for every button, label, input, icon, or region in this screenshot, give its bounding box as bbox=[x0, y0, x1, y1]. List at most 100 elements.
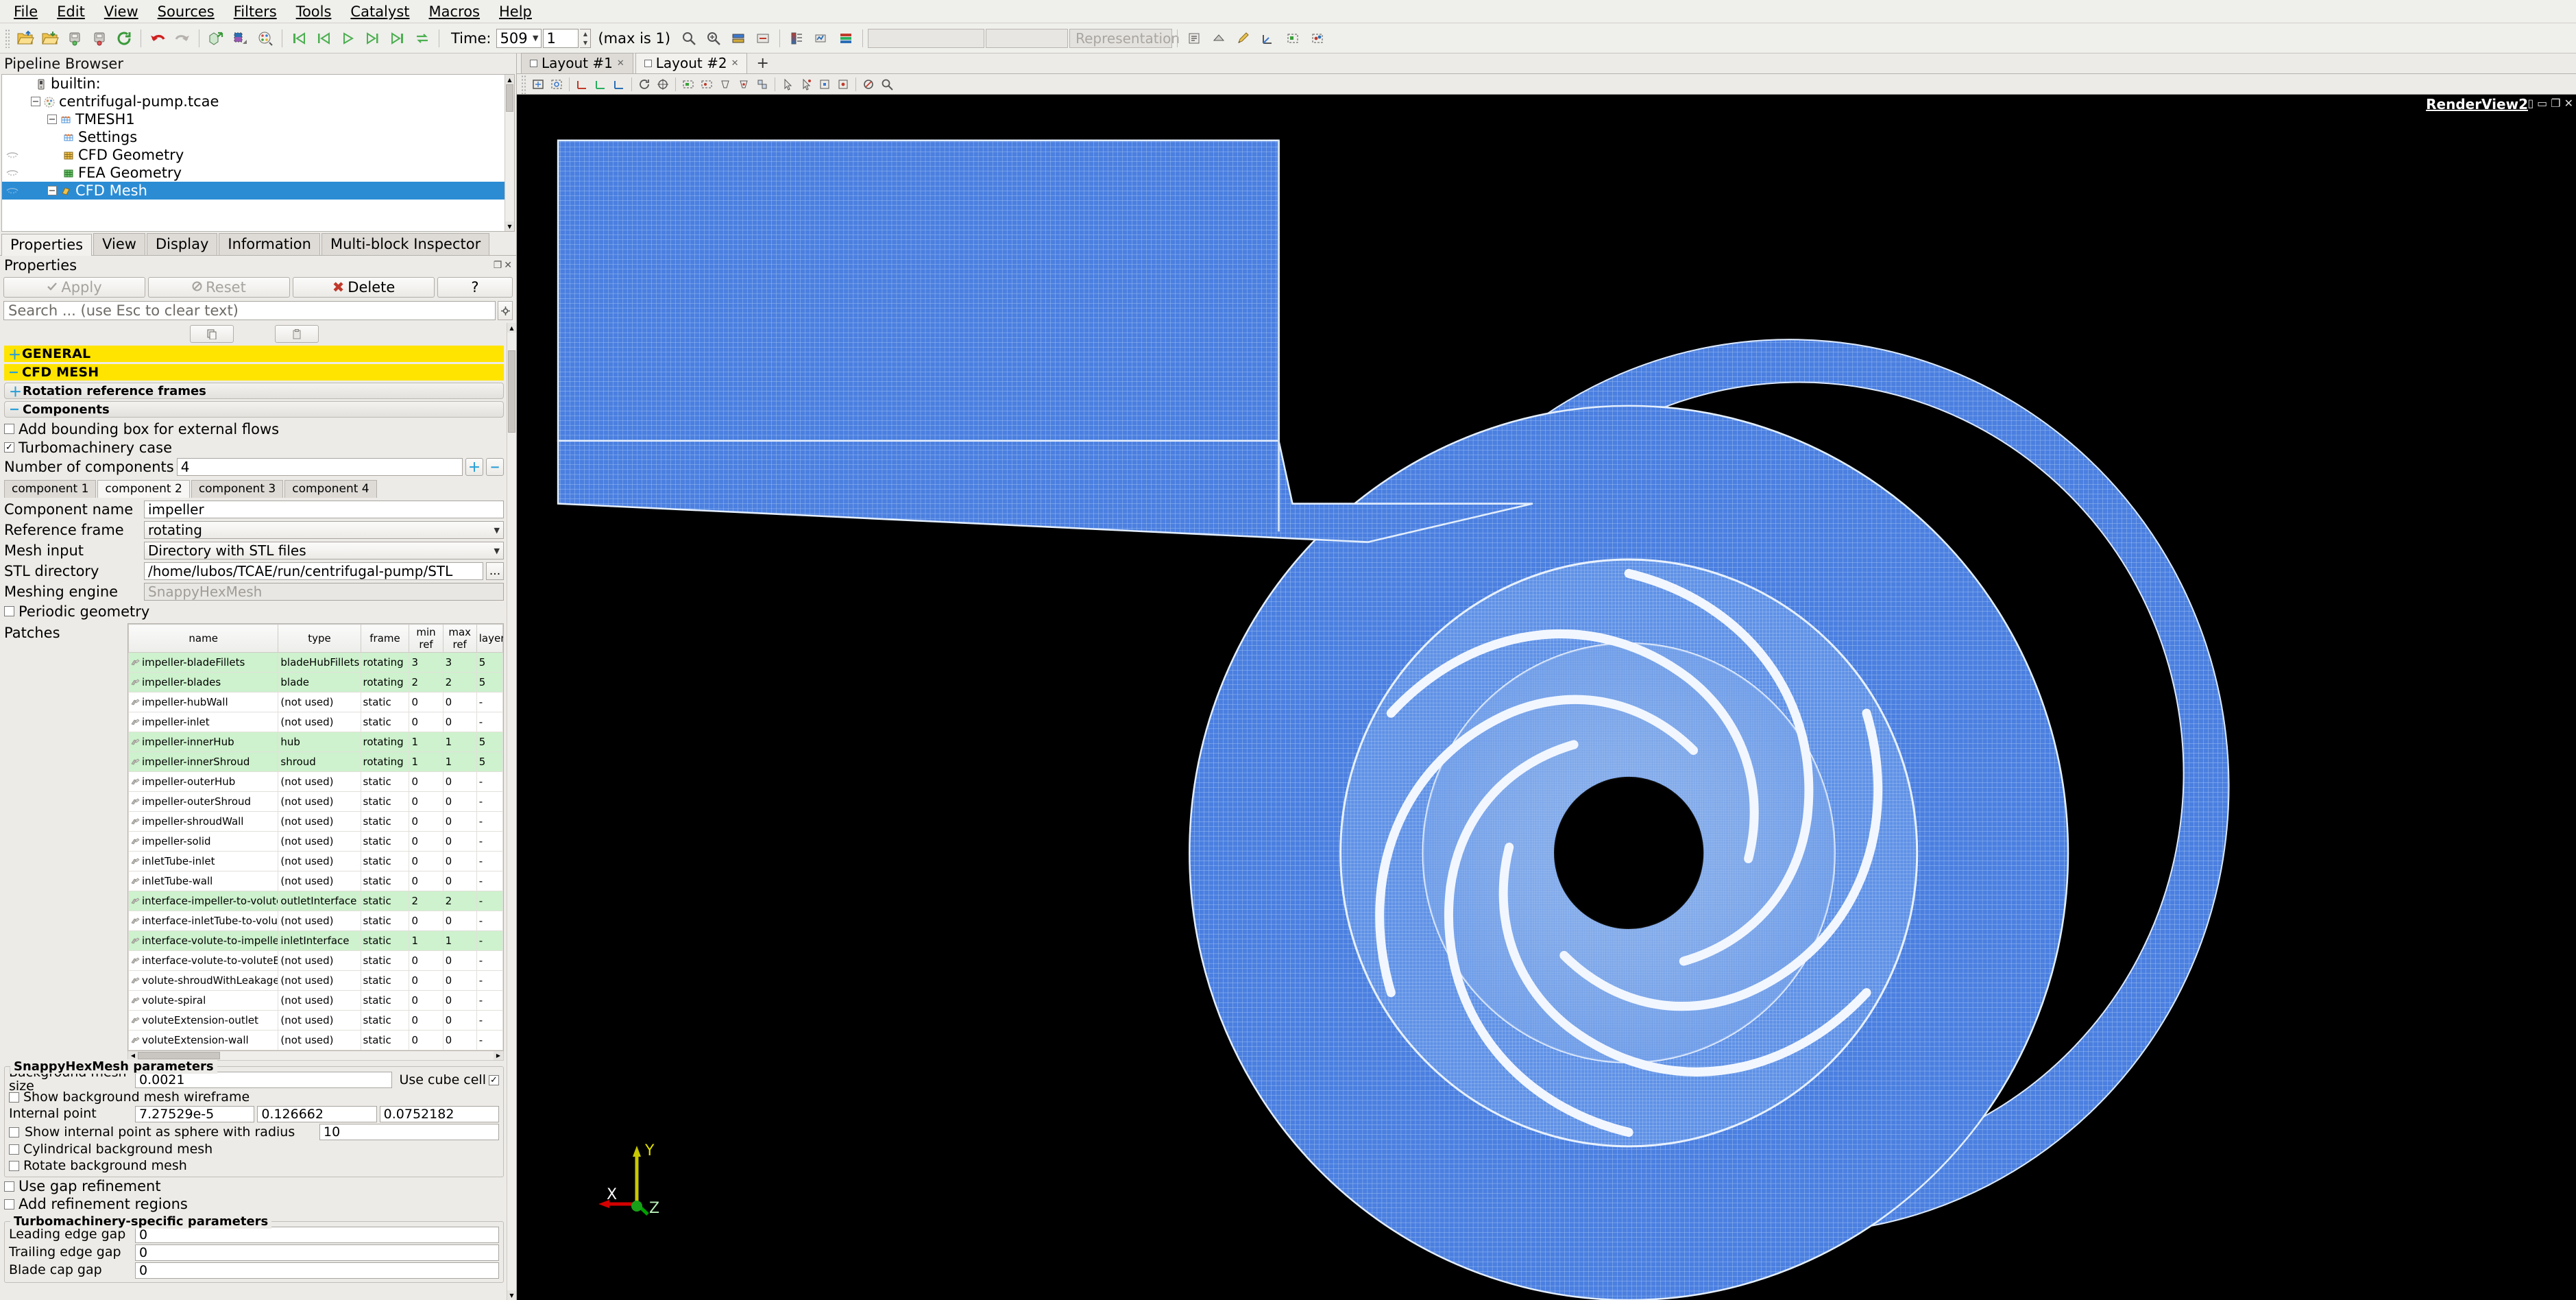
cylindrical-background-mesh-row[interactable]: Cylindrical background mesh bbox=[9, 1141, 499, 1157]
column-header-frame[interactable]: frame bbox=[360, 624, 410, 653]
table-row[interactable]: voluteExtension-outlet (not used) static 0 0… bbox=[128, 1010, 503, 1031]
use-gap-refinement-row[interactable]: Use gap refinement bbox=[4, 1177, 504, 1195]
zoom-closest-icon[interactable] bbox=[702, 27, 725, 50]
pipeline-item-settings[interactable]: Settings bbox=[2, 128, 514, 146]
patch-frame-cell[interactable]: static bbox=[360, 831, 410, 852]
patch-layers-cell[interactable]: 5 bbox=[476, 652, 503, 673]
collapse-icon[interactable]: − bbox=[31, 97, 40, 106]
open-file-icon[interactable] bbox=[14, 27, 37, 50]
color-map-icon[interactable] bbox=[229, 27, 252, 50]
scroll-up-icon[interactable]: ▲ bbox=[507, 323, 516, 333]
patch-layers-cell[interactable]: 5 bbox=[476, 732, 503, 752]
patch-name-cell[interactable]: impeller-hubWall bbox=[128, 692, 279, 712]
reference-frame-select[interactable]: rotating ▼ bbox=[144, 521, 504, 539]
stl-directory-input[interactable]: /home/lubos/TCAE/run/centrifugal-pump/ST… bbox=[144, 562, 483, 580]
show-background-wireframe-checkbox[interactable] bbox=[9, 1092, 19, 1103]
visibility-toggle-icon[interactable] bbox=[5, 182, 20, 200]
patch-max-ref-cell[interactable]: 3 bbox=[442, 652, 477, 673]
patch-layers-cell[interactable]: - bbox=[476, 911, 503, 931]
patch-layers-cell[interactable]: - bbox=[476, 891, 503, 911]
select-frustum-points-icon[interactable] bbox=[735, 75, 753, 93]
patch-max-ref-cell[interactable]: 0 bbox=[442, 791, 477, 812]
column-header-layers[interactable]: layers bbox=[476, 624, 503, 653]
table-row[interactable]: volute-spiral (not used) static 0 0- bbox=[128, 990, 503, 1011]
reset-camera-icon[interactable] bbox=[529, 75, 547, 93]
internal-point-x-input[interactable]: 7.27529e-5 bbox=[135, 1106, 255, 1122]
collapse-icon[interactable]: − bbox=[47, 115, 57, 124]
patch-min-ref-cell[interactable]: 1 bbox=[409, 751, 443, 772]
cylindrical-background-mesh-checkbox[interactable] bbox=[9, 1144, 19, 1155]
pipeline-item-fea-geometry[interactable]: FEA Geometry bbox=[2, 164, 514, 182]
pipeline-item-builtin[interactable]: builtin: bbox=[2, 75, 514, 93]
pipeline-scrollbar[interactable]: ▲ ▼ bbox=[505, 75, 514, 231]
table-row[interactable]: impeller-hubWall (not used) static 0 0- bbox=[128, 692, 503, 712]
undo-icon[interactable] bbox=[146, 27, 169, 50]
patch-min-ref-cell[interactable]: 0 bbox=[409, 990, 443, 1011]
patch-type-cell[interactable]: (not used) bbox=[278, 911, 361, 931]
patch-min-ref-cell[interactable]: 0 bbox=[409, 811, 443, 832]
rescale-range-icon[interactable] bbox=[727, 27, 750, 50]
patch-layers-cell[interactable]: - bbox=[476, 831, 503, 852]
camera-x-icon[interactable] bbox=[573, 75, 591, 93]
tab-display[interactable]: Display bbox=[146, 233, 218, 255]
patch-frame-cell[interactable]: rotating bbox=[360, 652, 410, 673]
center-axes-icon[interactable] bbox=[654, 75, 672, 93]
patch-frame-cell[interactable]: static bbox=[360, 871, 410, 891]
menu-item-filters[interactable]: Filters bbox=[224, 2, 287, 21]
patch-min-ref-cell[interactable]: 0 bbox=[409, 1010, 443, 1031]
patch-name-cell[interactable]: voluteExtension-wall bbox=[128, 1030, 279, 1050]
representation-selector[interactable]: Representation bbox=[1069, 28, 1180, 48]
patch-name-cell[interactable]: voluteExtension-outlet bbox=[128, 1010, 279, 1031]
patch-layers-cell[interactable]: - bbox=[476, 851, 503, 871]
select-surface-cells-icon[interactable] bbox=[679, 75, 697, 93]
browse-stl-directory-button[interactable]: ... bbox=[486, 562, 504, 580]
table-row[interactable]: voluteExtension-wall (not used) static 0 0- bbox=[128, 1030, 503, 1050]
patch-layers-cell[interactable]: - bbox=[476, 712, 503, 732]
patch-name-cell[interactable]: interface-inletTube-to-volute bbox=[128, 911, 279, 931]
patch-type-cell[interactable]: (not used) bbox=[278, 692, 361, 712]
surface-representation-icon[interactable] bbox=[1207, 27, 1230, 50]
patch-frame-cell[interactable]: static bbox=[360, 811, 410, 832]
scrollbar-thumb[interactable] bbox=[508, 350, 515, 433]
use-cube-cell-checkbox[interactable]: ✓ bbox=[489, 1074, 499, 1085]
patch-type-cell[interactable]: (not used) bbox=[278, 990, 361, 1011]
reload-icon[interactable] bbox=[112, 27, 136, 50]
patch-min-ref-cell[interactable]: 0 bbox=[409, 911, 443, 931]
tab-view[interactable]: View bbox=[93, 233, 145, 255]
patch-max-ref-cell[interactable]: 0 bbox=[442, 811, 477, 832]
zoom-to-box-icon[interactable] bbox=[548, 75, 566, 93]
camera-y-icon[interactable] bbox=[592, 75, 609, 93]
array-selector[interactable] bbox=[868, 28, 985, 48]
periodic-geometry-checkbox[interactable] bbox=[4, 606, 14, 616]
menu-item-tools[interactable]: Tools bbox=[287, 2, 341, 21]
patch-name-cell[interactable]: impeller-shroudWall bbox=[128, 811, 279, 832]
select-points-icon[interactable] bbox=[1306, 27, 1329, 50]
search-input[interactable]: Search ... (use Esc to clear text) bbox=[3, 301, 496, 320]
visibility-toggle-icon[interactable] bbox=[5, 164, 20, 182]
first-frame-icon[interactable] bbox=[287, 27, 311, 50]
patch-frame-cell[interactable]: static bbox=[360, 891, 410, 911]
patch-min-ref-cell[interactable]: 0 bbox=[409, 791, 443, 812]
next-frame-icon[interactable] bbox=[361, 27, 385, 50]
patch-max-ref-cell[interactable]: 1 bbox=[442, 930, 477, 951]
turbomachinery-case-row[interactable]: ✓ Turbomachinery case bbox=[4, 438, 504, 457]
patch-max-ref-cell[interactable]: 2 bbox=[442, 672, 477, 693]
patch-max-ref-cell[interactable]: 0 bbox=[442, 692, 477, 712]
split-vertical-icon[interactable]: ▭ bbox=[2537, 97, 2547, 110]
patch-name-cell[interactable]: interface-volute-to-impeller bbox=[128, 930, 279, 951]
patch-layers-cell[interactable]: - bbox=[476, 791, 503, 812]
patch-frame-cell[interactable]: static bbox=[360, 970, 410, 991]
interactive-select-points-icon[interactable] bbox=[797, 75, 815, 93]
scroll-right-icon[interactable]: ▶ bbox=[494, 1051, 503, 1060]
patch-min-ref-cell[interactable]: 0 bbox=[409, 970, 443, 991]
patch-max-ref-cell[interactable]: 0 bbox=[442, 911, 477, 931]
menu-item-edit[interactable]: Edit bbox=[47, 2, 95, 21]
menu-item-sources[interactable]: Sources bbox=[148, 2, 224, 21]
close-panel-icon[interactable]: ✕ bbox=[504, 260, 512, 271]
patch-max-ref-cell[interactable]: 0 bbox=[442, 1030, 477, 1050]
close-icon[interactable]: ✕ bbox=[731, 58, 739, 69]
patch-min-ref-cell[interactable]: 0 bbox=[409, 851, 443, 871]
frame-index-stepper[interactable]: ▲ ▼ bbox=[580, 28, 592, 48]
scrollbar-thumb[interactable] bbox=[506, 84, 513, 112]
edit-color-legend-icon[interactable] bbox=[254, 27, 277, 50]
